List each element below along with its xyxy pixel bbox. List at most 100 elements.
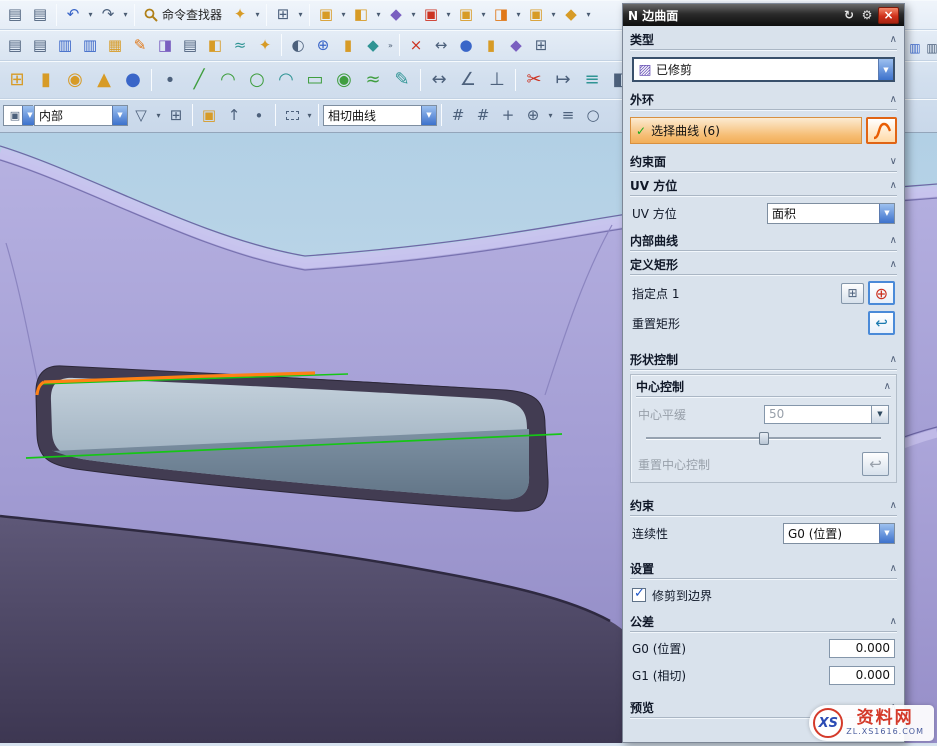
uv-orientation-combo[interactable]: 面积 ▼ — [767, 203, 895, 224]
command-finder[interactable]: 命令查找器 — [139, 3, 227, 27]
ellipse-icon[interactable]: ◉ — [330, 66, 358, 94]
chevron-up-icon[interactable]: ∧ — [890, 259, 897, 270]
chevron-down-icon[interactable]: ▾ — [549, 4, 558, 26]
combo-arrow-icon[interactable]: ▼ — [112, 106, 127, 125]
combo-arrow-icon[interactable]: ▼ — [879, 204, 894, 223]
reset-dialog-icon[interactable]: ↻ — [840, 7, 858, 23]
section-tolerance[interactable]: 公差 ∧ — [630, 611, 897, 632]
scope-combo[interactable]: 内部 ▼ — [34, 105, 128, 126]
chevron-down-icon[interactable]: ▾ — [584, 4, 593, 26]
visibility-icon[interactable]: ◐ — [286, 33, 310, 57]
studio-icon[interactable]: ✦ — [253, 33, 277, 57]
chevron-up-icon[interactable]: ∧ — [890, 34, 897, 45]
paste-icon[interactable]: ▤ — [3, 3, 27, 27]
chevron-down-icon[interactable]: ▾ — [253, 4, 262, 26]
section-center-control[interactable]: 中心控制 ∧ — [636, 376, 891, 397]
torus-icon[interactable]: ◉ — [61, 66, 89, 94]
dimension-icon[interactable]: ↔ — [425, 66, 453, 94]
section-view-icon[interactable]: ◨ — [153, 33, 177, 57]
perpendicular-icon[interactable]: ⊥ — [483, 66, 511, 94]
chevron-up-icon[interactable]: ∧ — [890, 235, 897, 246]
chevron-down-icon[interactable]: ▾ — [444, 4, 453, 26]
value-slider-toggle[interactable]: ▼ — [872, 405, 889, 424]
primitive-icon[interactable]: ▮ — [336, 33, 360, 57]
snap-circle-icon[interactable]: ○ — [581, 103, 605, 127]
chevron-down-icon[interactable]: ▾ — [296, 4, 305, 26]
center-flat-field[interactable]: 50 — [764, 405, 872, 424]
edge-blend-icon[interactable]: ◨ — [489, 3, 513, 27]
chevron-up-icon[interactable]: ∧ — [890, 616, 897, 627]
combo-arrow-icon[interactable]: ▼ — [878, 59, 893, 80]
delete-icon[interactable]: × — [404, 33, 428, 57]
section-settings[interactable]: 设置 ∧ — [630, 558, 897, 579]
menu-icon[interactable]: ≡ — [556, 103, 580, 127]
section-uv[interactable]: UV 方位 ∧ — [630, 175, 897, 196]
cylinder-icon[interactable]: ▮ — [479, 33, 503, 57]
section-outer-loop[interactable]: 外环 ∧ — [630, 89, 897, 110]
snap-plus-icon[interactable]: + — [496, 103, 520, 127]
curve-button[interactable] — [866, 117, 897, 144]
measure-icon[interactable]: ↔ — [429, 33, 453, 57]
snap-point-icon[interactable]: ⊞ — [164, 103, 188, 127]
g1-field[interactable]: 0.000 — [829, 666, 895, 685]
sketch-icon[interactable]: ✎ — [388, 66, 416, 94]
dialog-titlebar[interactable]: N 边曲面 ↻ ⚙ × — [623, 4, 904, 26]
rectangle-select-icon[interactable] — [280, 103, 304, 127]
chamfer-icon[interactable]: ▣ — [524, 3, 548, 27]
chevron-up-icon[interactable]: ∧ — [890, 500, 897, 511]
notes-icon[interactable]: ▥ — [78, 33, 102, 57]
type-combo[interactable]: ▨ 已修剪 ▼ — [632, 57, 895, 82]
extend-icon[interactable]: ↦ — [549, 66, 577, 94]
subtract-icon[interactable]: ▣ — [419, 3, 443, 27]
book2-icon[interactable]: ▥ — [925, 36, 937, 60]
trim-boundary-checkbox[interactable]: ✓ — [632, 588, 646, 602]
chevron-up-icon[interactable]: ∧ — [890, 563, 897, 574]
point-icon[interactable]: ∙ — [156, 66, 184, 94]
layout-icon[interactable]: ▤ — [178, 33, 202, 57]
fillet-icon[interactable]: ◠ — [272, 66, 300, 94]
combo-arrow-icon[interactable]: ▼ — [879, 524, 894, 543]
chevron-up-icon[interactable]: ∧ — [884, 381, 891, 392]
bookmark-icon[interactable]: ▥ — [53, 33, 77, 57]
center-flat-slider[interactable] — [646, 431, 881, 446]
line-icon[interactable]: ╱ — [185, 66, 213, 94]
selection-filter-icon[interactable]: ▽ — [129, 103, 153, 127]
datum-plane-icon[interactable]: ▣ — [314, 3, 338, 27]
section-inner-curves[interactable]: 内部曲线 ∧ — [630, 230, 897, 251]
rectangle-icon[interactable]: ▭ — [301, 66, 329, 94]
chevron-up-icon[interactable]: ∧ — [890, 354, 897, 365]
chevron-down-icon[interactable]: ▾ — [305, 104, 314, 126]
chevron-down-icon[interactable]: ▾ — [374, 4, 383, 26]
chevron-down-icon[interactable]: ▾ — [479, 4, 488, 26]
point-filter-icon[interactable]: ∙ — [247, 103, 271, 127]
section-shape-control[interactable]: 形状控制 ∧ — [630, 349, 897, 370]
unite-icon[interactable]: ▣ — [454, 3, 478, 27]
table-icon[interactable]: ▦ — [103, 33, 127, 57]
chevron-down-icon[interactable]: ∨ — [890, 156, 897, 167]
chevron-up-icon[interactable]: ∧ — [890, 180, 897, 191]
circle-icon[interactable]: ○ — [243, 66, 271, 94]
cylinder-icon[interactable]: ▮ — [32, 66, 60, 94]
annotate-icon[interactable]: ✎ — [128, 33, 152, 57]
book-icon[interactable]: ▥ — [908, 36, 922, 60]
section-define-rect[interactable]: 定义矩形 ∧ — [630, 254, 897, 275]
undo-icon[interactable]: ↶ — [61, 3, 85, 27]
select-curve-row[interactable]: ✓ 选择曲线 (6) — [630, 117, 862, 144]
chevron-down-icon[interactable]: ▾ — [86, 4, 95, 26]
wcs-icon[interactable]: ⊕ — [311, 33, 335, 57]
section-constraint-faces[interactable]: 约束面 ∨ — [630, 151, 897, 172]
section-type[interactable]: 类型 ∧ — [630, 29, 897, 50]
block-icon[interactable]: ⊞ — [3, 66, 31, 94]
datum-csys-icon[interactable]: ◆ — [504, 33, 528, 57]
chevron-down-icon[interactable]: ▾ — [339, 4, 348, 26]
top-view-icon[interactable]: ↑ — [222, 103, 246, 127]
open-icon[interactable]: ▤ — [28, 33, 52, 57]
touch-mode-icon[interactable]: ✦ — [228, 3, 252, 27]
snap-target-icon[interactable]: ⊕ — [521, 103, 545, 127]
chevron-down-icon[interactable]: ▾ — [546, 104, 555, 126]
studio-spline-icon[interactable]: ≈ — [359, 66, 387, 94]
feature-icon[interactable]: ◆ — [361, 33, 385, 57]
snap-hash-icon[interactable]: # — [446, 103, 470, 127]
slider-thumb[interactable] — [759, 432, 769, 445]
chevron-down-icon[interactable]: ▾ — [121, 4, 130, 26]
